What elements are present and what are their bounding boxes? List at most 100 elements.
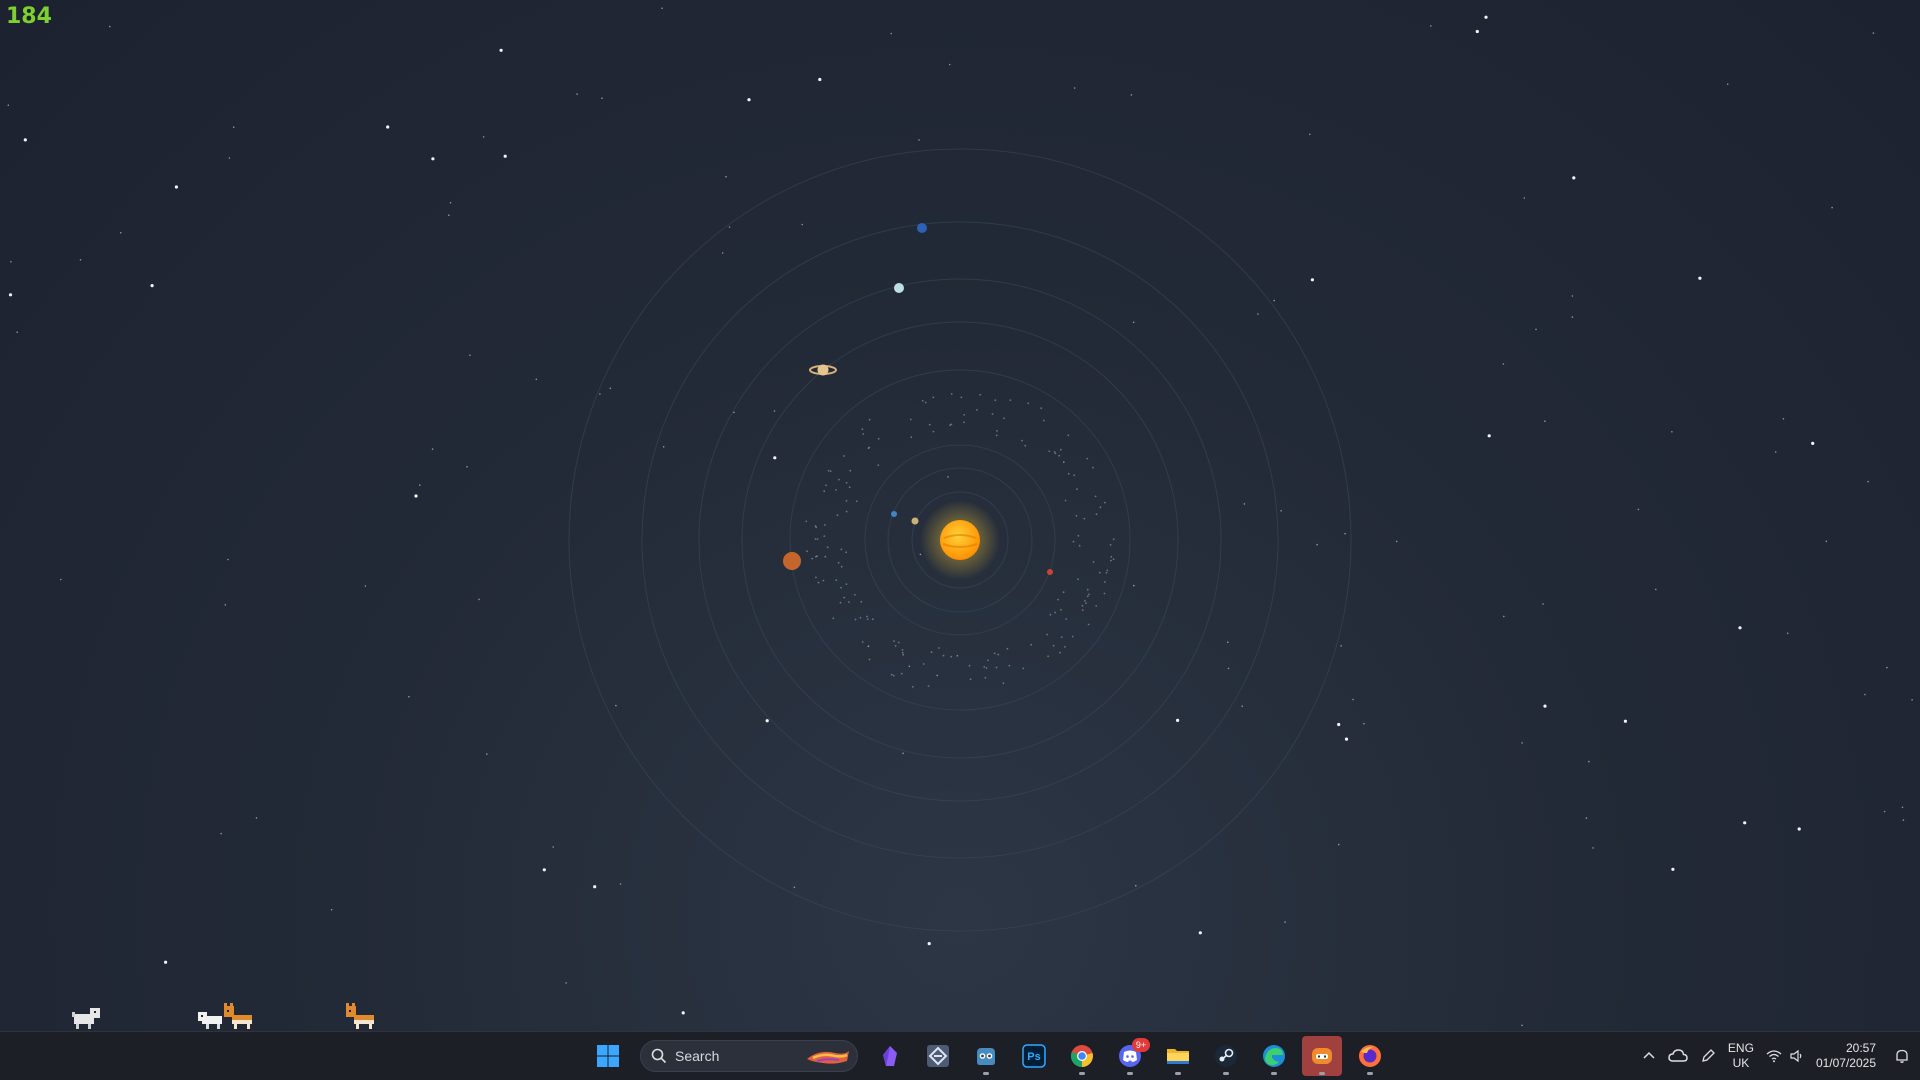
planet-uranus (894, 283, 904, 293)
asteroid (1009, 399, 1012, 401)
onedrive-button[interactable] (1662, 1036, 1694, 1076)
search-highlight-art-icon (807, 1051, 849, 1064)
asteroid (1062, 591, 1065, 594)
taskbar-photoshop[interactable]: Ps (1014, 1036, 1054, 1076)
diamond-app-icon (927, 1045, 949, 1067)
running-indicator (1127, 1072, 1133, 1075)
asteroid (1042, 419, 1045, 422)
asteroid (823, 490, 826, 493)
star (576, 93, 578, 95)
asteroid (840, 548, 843, 551)
star (1831, 206, 1833, 209)
asteroid (1059, 448, 1062, 451)
asteroid (845, 583, 848, 585)
planet-venus (891, 511, 897, 517)
star (1825, 540, 1828, 543)
obsidian-icon (883, 1046, 897, 1066)
taskbar-diamond-app[interactable] (918, 1036, 958, 1076)
asteroid (1084, 600, 1086, 602)
network-volume-button[interactable] (1760, 1036, 1810, 1076)
star (1902, 819, 1905, 821)
pen-menu-button[interactable] (1694, 1036, 1722, 1076)
taskbar-chrome[interactable] (1062, 1036, 1102, 1076)
taskbar-file-explorer[interactable] (1158, 1036, 1198, 1076)
taskbar-godot[interactable] (966, 1036, 1006, 1076)
star (448, 214, 450, 216)
asteroid (1057, 598, 1059, 601)
asteroid (848, 486, 851, 489)
pet-dog-grey[interactable] (70, 1002, 104, 1030)
taskbar-obsidian[interactable] (870, 1036, 910, 1076)
asteroid (950, 393, 953, 395)
asteroid (901, 651, 904, 654)
asteroid (1104, 581, 1106, 583)
asteroid (950, 655, 953, 658)
star (1542, 603, 1544, 605)
notifications-button[interactable] (1888, 1036, 1920, 1076)
running-indicator (1223, 1072, 1229, 1075)
asteroid (991, 413, 994, 415)
clock-date: 01/07/2025 (1815, 1056, 1876, 1070)
planet-mercury (911, 517, 919, 525)
asteroid (855, 500, 858, 503)
asteroid (1085, 602, 1087, 604)
asteroid (868, 446, 871, 449)
fps-counter: 184 (6, 4, 52, 29)
show-hidden-icons-button[interactable] (1636, 1036, 1662, 1076)
star (948, 63, 951, 66)
search-box[interactable]: Search (640, 1040, 858, 1072)
star (486, 753, 488, 755)
asteroid (1112, 558, 1115, 561)
asteroid (1040, 407, 1043, 410)
asteroid (890, 673, 893, 676)
asteroid (900, 672, 903, 675)
pet-corgi-1[interactable] (222, 1002, 258, 1030)
star (818, 77, 822, 82)
asteroid (911, 685, 914, 688)
asteroid (859, 616, 862, 619)
asteroid (868, 658, 871, 661)
language-indicator[interactable]: ENG UK (1722, 1036, 1760, 1076)
asteroid (893, 640, 895, 642)
running-indicator (1079, 1072, 1085, 1075)
asteroid (1095, 513, 1098, 516)
asteroid (838, 478, 840, 481)
asteroid (806, 550, 808, 553)
clock-button[interactable]: 20:57 01/07/2025 (1810, 1036, 1888, 1076)
asteroid (832, 617, 835, 620)
region-code: UK (1732, 1056, 1750, 1070)
bell-icon (1896, 1049, 1908, 1063)
asteroid (1046, 633, 1048, 636)
asteroid (862, 433, 865, 435)
asteroid (1081, 609, 1084, 612)
taskbar-pet-app[interactable] (1302, 1036, 1342, 1076)
asteroid (866, 615, 868, 618)
asteroid (1072, 540, 1075, 543)
taskbar-firefox[interactable] (1350, 1036, 1390, 1076)
asteroid (861, 641, 864, 643)
asteroid (849, 469, 852, 472)
asteroid (963, 414, 966, 416)
taskbar-edge[interactable] (1254, 1036, 1294, 1076)
orange-app-icon (1312, 1048, 1332, 1064)
asteroid (840, 586, 842, 589)
asteroid (867, 645, 870, 648)
star (1535, 328, 1537, 331)
taskbar-steam[interactable] (1206, 1036, 1246, 1076)
asteroid (1077, 578, 1079, 581)
asteroid (866, 618, 869, 620)
start-button[interactable] (588, 1036, 628, 1076)
asteroid (901, 649, 904, 651)
taskbar-discord[interactable]: 9+ (1110, 1036, 1150, 1076)
asteroid (811, 557, 814, 560)
asteroid (823, 524, 826, 526)
star (661, 7, 663, 9)
asteroid (1106, 569, 1109, 572)
star (1503, 615, 1505, 618)
star (1571, 316, 1574, 318)
clock-time: 20:57 (1845, 1041, 1876, 1055)
star (1872, 32, 1875, 34)
asteroid (997, 653, 1000, 656)
pet-corgi-2[interactable] (346, 1002, 382, 1030)
asteroid (983, 666, 986, 668)
